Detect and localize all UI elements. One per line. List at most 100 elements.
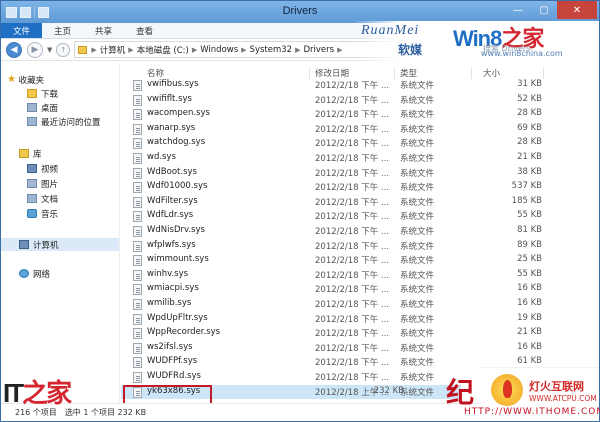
breadcrumb-windows[interactable]: Windows: [200, 45, 238, 55]
system-file-icon: [133, 357, 142, 369]
file-size: 89 KB: [517, 239, 542, 250]
table-row[interactable]: vwifibus.sys 2012/2/18 下午 ... 系统文件 31 KB: [121, 78, 599, 93]
table-row[interactable]: wanarp.sys 2012/2/18 下午 ... 系统文件 69 KB: [121, 122, 599, 137]
system-file-icon: [133, 138, 142, 150]
file-date: 2012/2/18 下午 ...: [315, 81, 390, 91]
table-row[interactable]: WdNisDrv.sys 2012/2/18 下午 ... 系统文件 81 KB: [121, 224, 599, 239]
system-file-icon: [133, 94, 142, 106]
file-name: WUDFRd.sys: [147, 371, 201, 381]
table-row[interactable]: vwififlt.sys 2012/2/18 下午 ... 系统文件 52 KB: [121, 93, 599, 108]
file-date: 2012/2/18 下午 ...: [315, 139, 390, 150]
file-name: WdFilter.sys: [147, 195, 198, 206]
highlight-box: [123, 385, 212, 405]
minimize-button[interactable]: —: [505, 1, 531, 19]
window-controls: — ▢ ✕: [505, 1, 597, 19]
nav-recent-places[interactable]: 最近访问的位置: [27, 115, 101, 128]
table-row[interactable]: wmilib.sys 2012/2/18 下午 ... 系统文件 16 KB: [121, 297, 599, 312]
file-date: 2012/2/18 下午 ...: [315, 373, 390, 383]
file-name: ws2ifsl.sys: [147, 341, 193, 352]
recent-places-icon: [27, 117, 37, 126]
nav-favorites[interactable]: ★ 收藏夹: [7, 73, 44, 86]
tab-share[interactable]: 共享: [83, 23, 124, 38]
file-size: 52 KB: [517, 93, 542, 104]
system-file-icon: [133, 80, 142, 91]
file-date: 2012/2/18 下午 ...: [315, 314, 390, 325]
system-file-icon: [133, 342, 142, 354]
network-icon: [19, 269, 29, 278]
back-button[interactable]: ◀: [6, 41, 22, 58]
file-type: 系统文件: [400, 358, 435, 369]
file-name: winhv.sys: [147, 268, 189, 279]
forward-button[interactable]: ▶: [27, 41, 43, 58]
file-date: 2012/2/18 下午 ...: [315, 285, 390, 296]
file-type: 系统文件: [400, 183, 435, 194]
file-name: WUDFPf.sys: [147, 356, 198, 367]
file-type: 系统文件: [400, 387, 435, 398]
system-file-icon: [133, 240, 142, 252]
file-type: 系统文件: [400, 241, 435, 252]
table-row[interactable]: WpdUpFltr.sys 2012/2/18 下午 ... 系统文件 19 KB: [121, 312, 599, 327]
recent-locations-icon[interactable]: ▼: [47, 46, 52, 54]
system-file-icon: [133, 313, 142, 325]
star-icon: ★: [7, 74, 16, 85]
navigation-pane: ★ 收藏夹 下载 桌面 最近访问的位置 库 视频 图片 文档 音乐 计算机 网络: [1, 63, 120, 403]
table-row[interactable]: wimmount.sys 2012/2/18 下午 ... 系统文件 25 KB: [121, 253, 599, 268]
nav-pictures[interactable]: 图片: [27, 177, 58, 190]
system-file-icon: [133, 284, 142, 296]
table-row[interactable]: WppRecorder.sys 2012/2/18 下午 ... 系统文件 21 KB: [121, 326, 599, 341]
table-row[interactable]: WdfLdr.sys 2012/2/18 下午 ... 系统文件 55 KB: [121, 209, 599, 224]
nav-desktop[interactable]: 桌面: [27, 101, 58, 114]
nav-videos[interactable]: 视频: [27, 162, 58, 175]
nav-computer[interactable]: 计算机: [1, 238, 119, 251]
nav-music[interactable]: 音乐: [27, 207, 58, 220]
breadcrumb-local-disk[interactable]: 本地磁盘 (C:): [137, 44, 189, 56]
file-size: 28 KB: [517, 108, 542, 119]
file-name: vwififlt.sys: [147, 93, 192, 104]
table-row[interactable]: Wdf01000.sys 2012/2/18 下午 ... 系统文件 537 KB: [121, 180, 599, 195]
tab-home[interactable]: 主页: [42, 23, 83, 38]
ruanmei-logo: RuanMei: [361, 23, 420, 38]
table-row[interactable]: wfplwfs.sys 2012/2/18 下午 ... 系统文件 89 KB: [121, 239, 599, 254]
file-name: wmilib.sys: [147, 298, 192, 308]
file-type: 系统文件: [400, 373, 435, 383]
nav-network[interactable]: 网络: [19, 267, 50, 280]
tab-file[interactable]: 文件: [1, 23, 43, 38]
nav-libraries[interactable]: 库: [19, 147, 42, 160]
table-row[interactable]: WdFilter.sys 2012/2/18 下午 ... 系统文件 185 KB: [121, 195, 599, 210]
file-size: 38 KB: [517, 166, 542, 177]
nav-documents[interactable]: 文档: [27, 192, 58, 205]
nav-downloads[interactable]: 下载: [27, 87, 58, 100]
file-name: watchdog.sys: [147, 137, 206, 148]
breadcrumb-system32[interactable]: System32: [250, 45, 293, 55]
breadcrumb-computer[interactable]: 计算机: [100, 44, 126, 56]
table-row[interactable]: ws2ifsl.sys 2012/2/18 下午 ... 系统文件 16 KB: [121, 341, 599, 356]
close-button[interactable]: ✕: [557, 1, 597, 19]
table-row[interactable]: wd.sys 2012/2/18 下午 ... 系统文件 21 KB: [121, 151, 599, 166]
up-button[interactable]: ↑: [56, 42, 71, 57]
breadcrumb-drivers[interactable]: Drivers: [303, 45, 334, 55]
file-size: 28 KB: [517, 137, 542, 148]
table-row[interactable]: wmiacpi.sys 2012/2/18 下午 ... 系统文件 16 KB: [121, 282, 599, 297]
table-row[interactable]: watchdog.sys 2012/2/18 下午 ... 系统文件 28 KB: [121, 136, 599, 151]
tab-view[interactable]: 查看: [124, 23, 165, 38]
maximize-button[interactable]: ▢: [531, 1, 557, 19]
file-name: WdNisDrv.sys: [147, 225, 205, 235]
folder-icon: [78, 45, 88, 54]
table-row[interactable]: WdBoot.sys 2012/2/18 下午 ... 系统文件 38 KB: [121, 166, 599, 181]
file-type: 系统文件: [400, 227, 435, 237]
file-type: 系统文件: [400, 300, 435, 310]
file-date: 2012/2/18 下午 ...: [315, 270, 390, 281]
file-name: Wdf01000.sys: [147, 181, 208, 192]
explorer-window: Drivers — ▢ ✕ 文件 主页 共享 查看 ◀ ▶ ▼ ↑ ▶ 计算机 …: [0, 0, 600, 422]
file-name: wfplwfs.sys: [147, 239, 196, 250]
table-row[interactable]: winhv.sys 2012/2/18 下午 ... 系统文件 55 KB: [121, 268, 599, 283]
file-type: 系统文件: [400, 329, 435, 340]
file-date: 2012/2/18 下午 ...: [315, 168, 390, 179]
file-type: 系统文件: [400, 314, 435, 325]
table-row[interactable]: wacompen.sys 2012/2/18 下午 ... 系统文件 28 KB: [121, 107, 599, 122]
pictures-icon: [27, 179, 37, 188]
file-size: 19 KB: [517, 312, 542, 323]
documents-icon: [27, 194, 37, 203]
file-type: 系统文件: [400, 95, 435, 106]
file-type: 系统文件: [400, 124, 435, 135]
